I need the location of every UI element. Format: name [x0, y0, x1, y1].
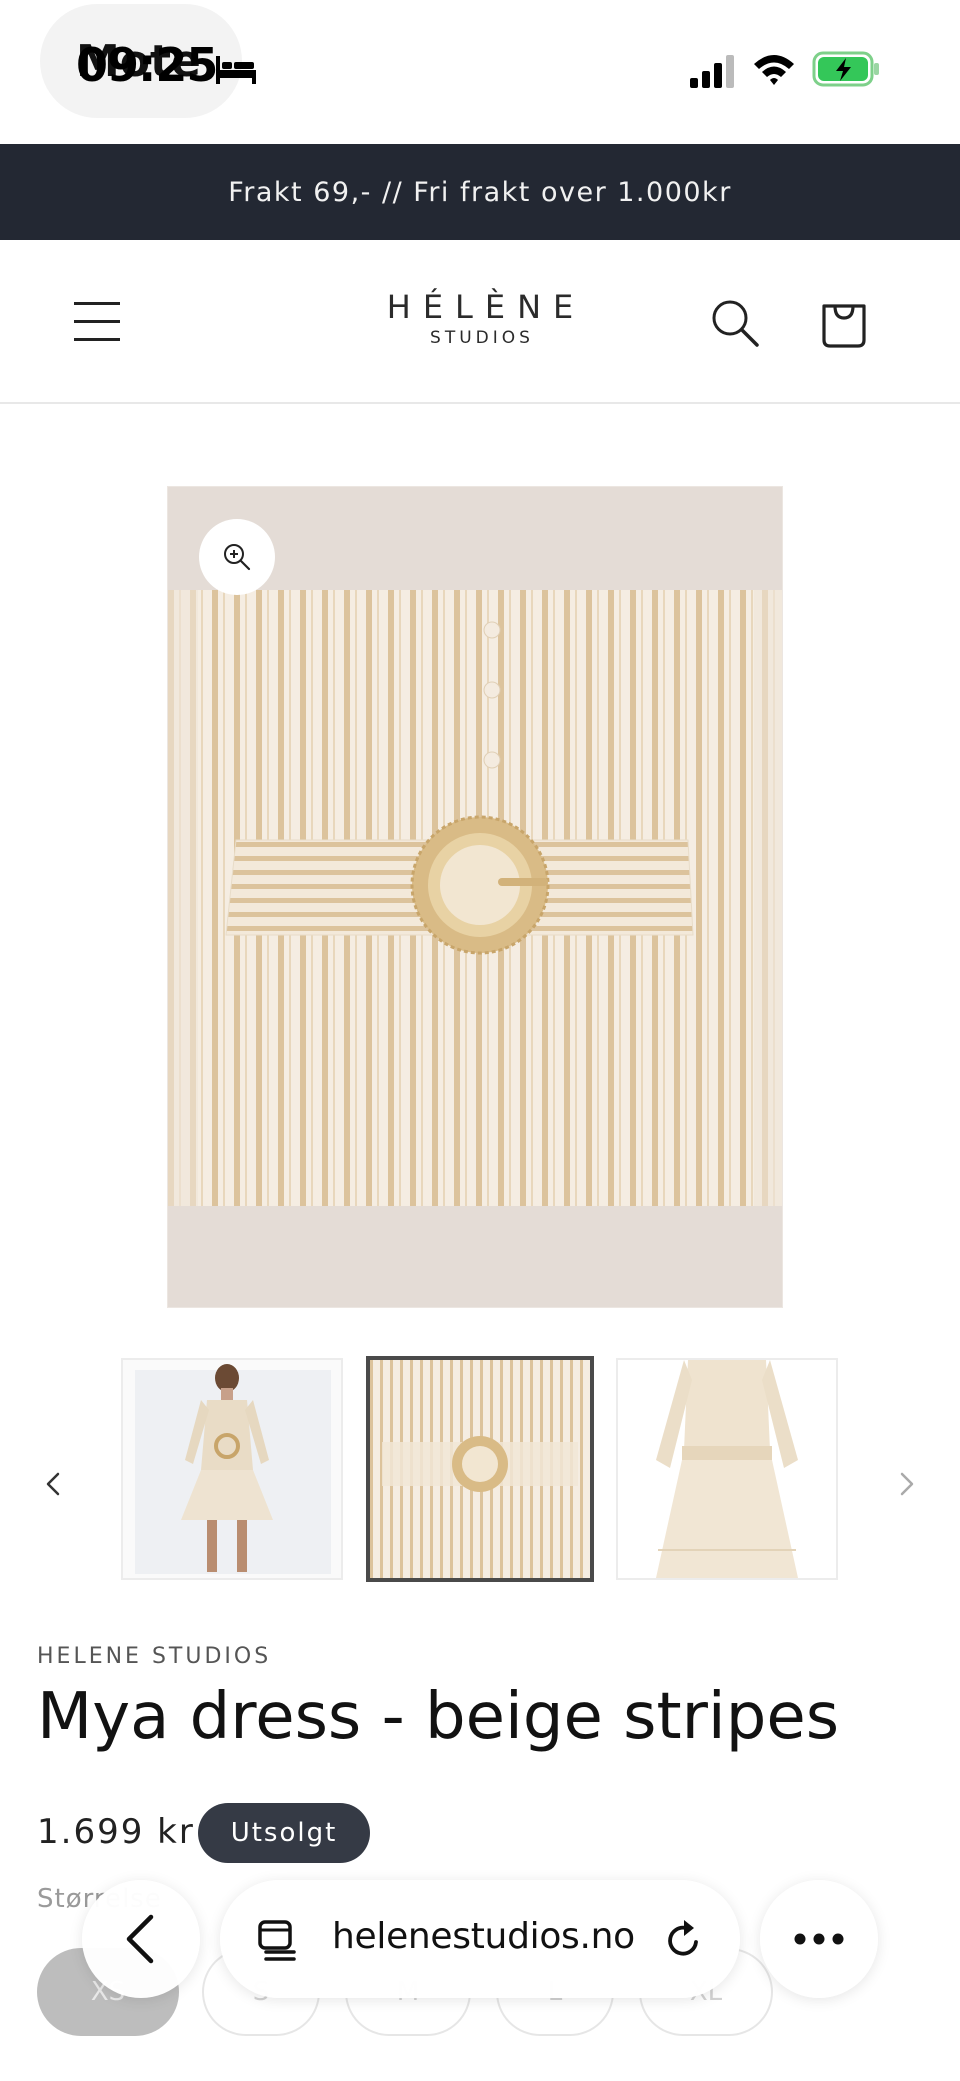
- back-chevron-icon: [126, 1914, 154, 1964]
- logo-sub-text: STUDIOS: [430, 328, 534, 348]
- more-icon: [794, 1933, 844, 1945]
- product-price: 1.699 kr: [37, 1812, 195, 1852]
- browser-back-button[interactable]: [82, 1880, 200, 1998]
- status-app-label: Mote: [76, 36, 201, 87]
- wifi-icon: [754, 55, 794, 85]
- search-icon[interactable]: [710, 298, 760, 348]
- product-title: Mya dress - beige stripes: [37, 1680, 840, 1754]
- menu-icon[interactable]: [72, 298, 122, 346]
- chevron-right-icon[interactable]: [890, 1464, 922, 1504]
- zoom-button[interactable]: [199, 519, 275, 595]
- sold-out-badge: Utsolgt: [198, 1803, 370, 1863]
- product-vendor: HELENE STUDIOS: [37, 1644, 272, 1669]
- site-header: HÉLÈNE STUDIOS: [0, 240, 960, 404]
- cart-icon[interactable]: [816, 294, 872, 350]
- site-logo[interactable]: HÉLÈNE STUDIOS: [320, 288, 640, 360]
- reload-icon[interactable]: [662, 1918, 706, 1962]
- signal-icon: [690, 55, 734, 88]
- thumbnail-full-dress[interactable]: [121, 1358, 343, 1580]
- browser-more-button[interactable]: [760, 1880, 878, 1998]
- dress-closeup-image: [168, 590, 782, 1206]
- tabs-icon[interactable]: [256, 1918, 300, 1962]
- bed-icon: [216, 56, 256, 84]
- announcement-bar: Frakt 69,- // Fri frakt over 1.000kr: [0, 144, 960, 240]
- browser-url-text: helenestudios.no: [332, 1916, 635, 1957]
- product-main-image[interactable]: [167, 486, 783, 1308]
- status-bar: 09:25 Mote: [0, 0, 960, 144]
- thumbnail-back-view[interactable]: [616, 1358, 838, 1580]
- zoom-in-icon: [224, 544, 251, 571]
- thumbnail-belt-closeup[interactable]: [366, 1356, 594, 1582]
- battery-charging-icon: [812, 51, 879, 87]
- announcement-text: Frakt 69,- // Fri frakt over 1.000kr: [228, 176, 732, 208]
- logo-main-text: HÉLÈNE: [386, 288, 586, 326]
- chevron-left-icon[interactable]: [38, 1464, 70, 1504]
- browser-address-bar[interactable]: helenestudios.no: [220, 1880, 740, 1998]
